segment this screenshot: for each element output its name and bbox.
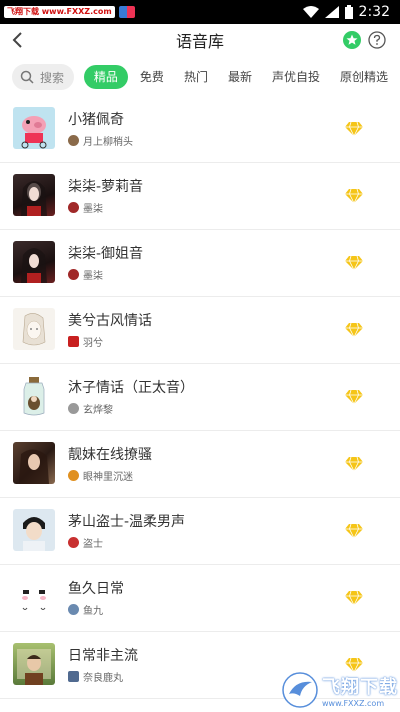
pack-name: 美兮古风情话 <box>68 313 152 329</box>
tab-featured[interactable]: 精品 <box>83 65 128 89</box>
page-title: 语音库 <box>175 32 224 51</box>
author-name: 盗士 <box>83 539 103 550</box>
pack-author: 盗士 <box>68 535 103 550</box>
watermark-badge: 飞翔下载 www.FXXZ.com <box>4 6 115 18</box>
pack-thumbnail <box>13 643 55 685</box>
list-item[interactable]: 鱼久日常 鱼九 <box>0 565 400 632</box>
list-item[interactable]: 沐子情话（正太音） 玄烨黎 <box>0 364 400 431</box>
author-avatar <box>68 135 79 146</box>
watermark-text: 飞翔下载 www.FXXZ.com <box>322 673 398 708</box>
tab-popular[interactable]: 热门 <box>176 65 216 89</box>
tab-free[interactable]: 免费 <box>132 65 172 89</box>
list-item[interactable]: 小猪佩奇 月上柳梢头 <box>0 96 400 163</box>
back-icon[interactable] <box>8 30 28 50</box>
pack-name: 柒柒-御姐音 <box>68 246 144 262</box>
author-name: 眼神里沉迷 <box>83 472 133 483</box>
author-avatar <box>68 604 79 615</box>
author-name: 羽兮 <box>83 338 103 349</box>
list-item[interactable]: 茅山盗士-温柔男声 盗士 <box>0 498 400 565</box>
author-avatar <box>68 671 79 682</box>
title-bar: 语音库 <box>0 24 400 56</box>
pack-thumbnail <box>13 308 55 350</box>
pack-name: 柒柒-萝莉音 <box>68 179 144 195</box>
tab-voice-actor[interactable]: 声优自投 <box>264 65 328 89</box>
vip-diamond-icon <box>345 323 363 337</box>
pack-name: 日常非主流 <box>68 648 138 664</box>
vip-diamond-icon <box>345 524 363 538</box>
list-item[interactable]: 柒柒-萝莉音 墨柒 <box>0 163 400 230</box>
signal-icon <box>324 6 339 18</box>
pack-thumbnail <box>13 576 55 618</box>
pack-author: 月上柳梢头 <box>68 133 133 148</box>
watermark-bird-icon <box>282 672 318 708</box>
vip-diamond-icon <box>345 390 363 404</box>
pack-author: 奈良鹿丸 <box>68 669 123 684</box>
status-right: 2:32 <box>302 4 390 20</box>
vip-diamond-icon <box>345 189 363 203</box>
clock: 2:32 <box>358 4 390 20</box>
app-notification-icon <box>118 6 135 18</box>
voice-pack-list: 小猪佩奇 月上柳梢头 柒柒-萝莉音 墨柒 柒柒-御姐音 墨柒 美兮古风情话 羽兮… <box>0 96 400 699</box>
pack-name: 小猪佩奇 <box>68 112 124 128</box>
author-name: 墨柒 <box>83 204 103 215</box>
category-tabs: 搜索 精品 免费 热门 最新 声优自投 原创精选 <box>0 60 400 94</box>
pack-author: 墨柒 <box>68 267 103 282</box>
list-item[interactable]: 柒柒-御姐音 墨柒 <box>0 230 400 297</box>
watermark-logo: 飞翔下载 www.FXXZ.com <box>282 668 400 712</box>
vip-diamond-icon <box>345 256 363 270</box>
author-avatar <box>68 202 79 213</box>
pack-author: 墨柒 <box>68 200 103 215</box>
author-name: 玄烨黎 <box>83 405 113 416</box>
author-avatar <box>68 269 79 280</box>
pack-thumbnail <box>13 107 55 149</box>
favorite-star-icon[interactable] <box>343 31 361 49</box>
pack-name: 靓妹在线撩骚 <box>68 447 152 463</box>
author-avatar <box>68 403 79 414</box>
watermark-url: www.FXXZ.com <box>322 698 385 708</box>
pack-thumbnail <box>13 375 55 417</box>
status-bar: 飞翔下载 www.FXXZ.com 2:32 <box>0 0 400 24</box>
author-avatar <box>68 537 79 548</box>
pack-author: 玄烨黎 <box>68 401 113 416</box>
author-name: 月上柳梢头 <box>83 137 133 148</box>
pack-author: 羽兮 <box>68 334 103 349</box>
help-icon[interactable] <box>368 31 386 49</box>
author-avatar <box>68 336 79 347</box>
author-name: 墨柒 <box>83 271 103 282</box>
pack-thumbnail <box>13 442 55 484</box>
list-item[interactable]: 美兮古风情话 羽兮 <box>0 297 400 364</box>
search-label: 搜索 <box>40 70 65 85</box>
wifi-icon <box>302 6 319 18</box>
author-name: 奈良鹿丸 <box>83 673 123 684</box>
pack-thumbnail <box>13 509 55 551</box>
search-button[interactable]: 搜索 <box>12 64 74 90</box>
tab-latest[interactable]: 最新 <box>220 65 260 89</box>
pack-thumbnail <box>13 241 55 283</box>
search-icon <box>20 70 34 84</box>
pack-name: 沐子情话（正太音） <box>68 380 194 396</box>
status-left: 飞翔下载 www.FXXZ.com <box>4 6 135 18</box>
author-avatar <box>68 470 79 481</box>
tab-original[interactable]: 原创精选 <box>332 65 396 89</box>
pack-name: 鱼久日常 <box>68 581 124 597</box>
author-name: 鱼九 <box>83 606 103 617</box>
vip-diamond-icon <box>345 122 363 136</box>
vip-diamond-icon <box>345 457 363 471</box>
pack-author: 眼神里沉迷 <box>68 468 133 483</box>
pack-author: 鱼九 <box>68 602 103 617</box>
pack-thumbnail <box>13 174 55 216</box>
vip-diamond-icon <box>345 591 363 605</box>
list-item[interactable]: 靓妹在线撩骚 眼神里沉迷 <box>0 431 400 498</box>
pack-name: 茅山盗士-温柔男声 <box>68 514 186 530</box>
watermark-main: 飞翔下载 <box>322 676 398 698</box>
battery-icon <box>344 5 353 19</box>
